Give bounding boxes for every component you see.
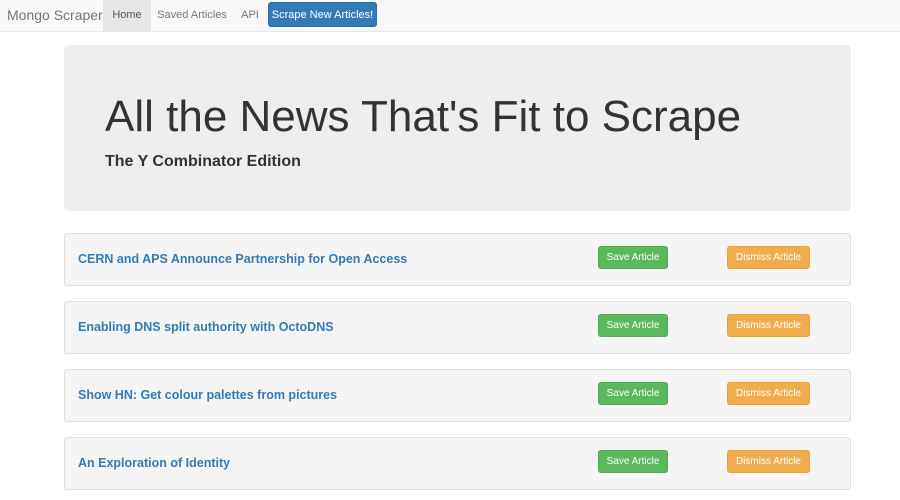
article-title-link[interactable]: An Exploration of Identity [78,438,230,489]
dismiss-article-button[interactable]: Dismiss Article [727,314,810,337]
page-title: All the News That's Fit to Scrape [105,92,742,141]
nav-api-link[interactable]: API [236,0,264,31]
article-panel: Enabling DNS split authority with OctoDN… [64,301,851,354]
nav-saved-articles-link[interactable]: Saved Articles [155,0,229,31]
save-article-button[interactable]: Save Article [598,246,668,269]
save-article-button[interactable]: Save Article [598,450,668,473]
save-article-button[interactable]: Save Article [598,314,668,337]
article-title-link[interactable]: Show HN: Get colour palettes from pictur… [78,370,337,421]
dismiss-article-button[interactable]: Dismiss Article [727,246,810,269]
article-title-link[interactable]: CERN and APS Announce Partnership for Op… [78,234,407,285]
nav-home-link[interactable]: Home [103,0,151,31]
brand-link[interactable]: Mongo Scraper [7,0,103,32]
jumbotron: All the News That's Fit to Scrape The Y … [64,45,851,211]
article-title-link[interactable]: Enabling DNS split authority with OctoDN… [78,302,334,353]
top-navbar: Mongo Scraper Home Saved Articles API Sc… [0,0,900,32]
dismiss-article-button[interactable]: Dismiss Article [727,382,810,405]
dismiss-article-button[interactable]: Dismiss Article [727,450,810,473]
page-subtitle: The Y Combinator Edition [105,153,301,170]
article-panel: CERN and APS Announce Partnership for Op… [64,233,851,286]
article-panel: An Exploration of Identity Save Article … [64,437,851,490]
scrape-new-articles-button[interactable]: Scrape New Articles! [268,2,377,27]
article-panel: Show HN: Get colour palettes from pictur… [64,369,851,422]
save-article-button[interactable]: Save Article [598,382,668,405]
